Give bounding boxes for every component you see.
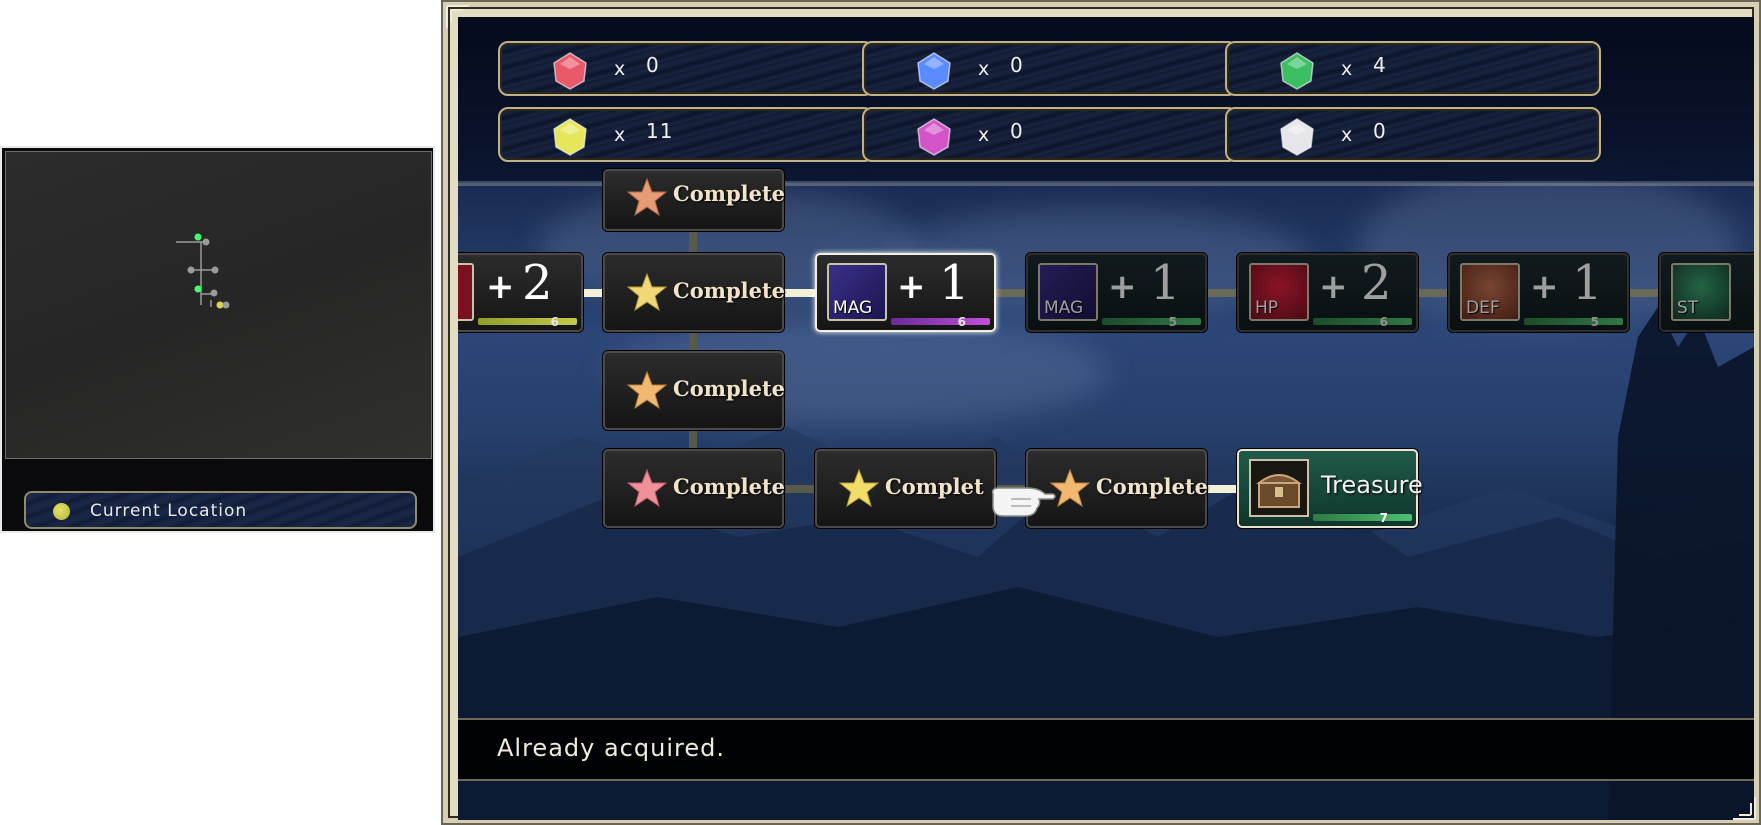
- blue-gem-icon: [917, 52, 951, 90]
- resource-count: 11: [646, 119, 674, 143]
- resource-count: 4: [1373, 53, 1387, 77]
- minimap-view: [5, 151, 432, 459]
- game-window: x 0 x 0 x 4 x 11 x 0 x 0 Complete Complete Complete: [441, 0, 1761, 825]
- progress-screen: x 0 x 0 x 4 x 11 x 0 x 0 Complete Complete Complete: [458, 17, 1754, 820]
- gem-icon: ST: [1671, 263, 1731, 321]
- spellbook-icon: MAG: [1038, 263, 1098, 321]
- pointer-hand-icon: [991, 487, 1056, 517]
- resource-count: 0: [1010, 119, 1024, 143]
- corner-ornament: [446, 5, 469, 28]
- star-icon: [627, 468, 667, 508]
- minimap-nodes: [187, 233, 230, 309]
- minimap-graph: [176, 233, 230, 309]
- treasure-node[interactable]: Treasure 7: [1237, 449, 1423, 528]
- red-gem-icon: [553, 52, 587, 90]
- heart-icon: [458, 263, 474, 321]
- map-node: [187, 266, 195, 274]
- green-gem-icon: [1280, 52, 1314, 90]
- resource-slot: x0: [862, 41, 1238, 96]
- resource-slot: x0: [862, 107, 1238, 162]
- message-text: Already acquired.: [497, 734, 725, 762]
- resource-multiplier: x: [1341, 124, 1353, 146]
- progress-bar: [478, 318, 577, 325]
- resource-slot: x0: [1225, 107, 1601, 162]
- resource-count: 0: [1010, 53, 1024, 77]
- progress-bar: [1313, 318, 1412, 325]
- purple-gem-icon: [917, 118, 951, 156]
- stat-node-def[interactable]: DEF + 1 5: [1448, 253, 1629, 332]
- yellow-gem-icon: [553, 118, 587, 156]
- location-legend-label: Current Location: [90, 501, 248, 521]
- spellbook-icon: MAG: [827, 263, 887, 321]
- star-icon: [839, 468, 879, 508]
- complete-node[interactable]: Complete: [603, 169, 785, 231]
- resource-slot: x 11: [498, 107, 874, 162]
- white-gem-icon: [1280, 118, 1314, 156]
- shield-icon: DEF: [1460, 263, 1520, 321]
- progress-board: Complete Complete Complete Complete Comp…: [458, 169, 1754, 718]
- resources-panel: x 0 x 0 x 4 x 11 x 0 x 0: [458, 17, 1754, 186]
- heart-icon: HP: [1249, 263, 1309, 321]
- stat-node-st[interactable]: ST: [1659, 253, 1754, 332]
- complete-node[interactable]: Complete: [603, 253, 785, 332]
- resource-multiplier: x: [978, 58, 990, 80]
- star-icon: [627, 272, 667, 312]
- progress-bar: [891, 318, 990, 325]
- complete-node[interactable]: Complete: [603, 351, 785, 430]
- resource-count: 0: [646, 53, 660, 77]
- resource-count: 0: [1373, 119, 1387, 143]
- map-node: [202, 238, 210, 246]
- progress-bar: [1102, 318, 1201, 325]
- resource-multiplier: x: [614, 58, 626, 80]
- stat-node-hp[interactable]: HP + 2 6: [1237, 253, 1418, 332]
- visited-node: [194, 233, 202, 241]
- progress-bar: [1524, 318, 1623, 325]
- window-frame: x 0 x 0 x 4 x 11 x 0 x 0 Complete Complete Complete: [448, 7, 1754, 820]
- map-node: [210, 289, 218, 297]
- current-location-marker: [216, 301, 224, 309]
- message-bar: Already acquired.: [458, 718, 1754, 781]
- resource-multiplier: x: [614, 124, 626, 146]
- star-icon: [627, 370, 667, 410]
- map-node: [211, 266, 219, 274]
- progress-bar: [1313, 514, 1412, 521]
- complete-node-hovered[interactable]: Complet: [815, 449, 996, 528]
- current-location-icon: [53, 503, 70, 520]
- stat-node-mag[interactable]: MAG + 1 5: [1026, 253, 1207, 332]
- resource-multiplier: x: [978, 124, 990, 146]
- stat-node-mag-selected[interactable]: MAG + 1 6: [815, 253, 996, 332]
- resource-multiplier: x: [1341, 58, 1353, 80]
- treasure-chest-icon: [1249, 459, 1309, 517]
- visited-node: [194, 285, 202, 293]
- complete-node[interactable]: Complete: [603, 449, 785, 528]
- resource-slot: x0: [498, 41, 874, 96]
- star-icon: [627, 177, 667, 217]
- minimap-panel: Current Location: [0, 146, 435, 533]
- location-legend: Current Location: [24, 491, 417, 529]
- stat-node-hp[interactable]: + 2 6: [458, 253, 583, 332]
- resource-slot: x4: [1225, 41, 1601, 96]
- corner-ornament: [1733, 797, 1756, 820]
- map-node: [222, 301, 230, 309]
